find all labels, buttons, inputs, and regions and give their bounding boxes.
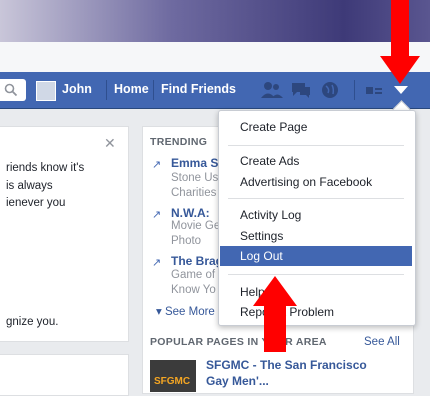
menu-item-create-ads[interactable]: Create Ads	[220, 151, 412, 171]
profile-link[interactable]: John	[62, 82, 92, 96]
friends-icon[interactable]	[260, 80, 284, 100]
trending-item-desc: Photo	[171, 235, 202, 247]
trending-item-desc: Know Yo	[171, 284, 216, 296]
menu-item-log-out[interactable]: Log Out	[220, 246, 412, 266]
trending-item-title[interactable]: Emma S	[171, 156, 218, 170]
trending-item-desc: Game of	[171, 269, 216, 281]
menu-item-report-problem[interactable]: Report a Problem	[220, 302, 412, 322]
chevron-down-icon: ▾	[156, 306, 165, 318]
close-icon[interactable]: ✕	[104, 135, 116, 152]
see-more-link[interactable]: ▾ See More	[156, 304, 215, 318]
trending-item-desc: Movie Ge	[171, 220, 221, 232]
trending-item-title[interactable]: The Brag	[171, 254, 223, 268]
trending-arrow-icon: ↗	[152, 209, 162, 221]
menu-item-settings[interactable]: Settings	[220, 226, 412, 246]
trending-arrow-icon: ↗	[152, 159, 162, 171]
left-card: ✕	[0, 126, 129, 342]
annotation-arrow-up	[253, 276, 297, 352]
left-card-text: gnize you.	[6, 316, 59, 328]
menu-item-help[interactable]: Help	[220, 282, 412, 302]
annotation-arrow-down	[380, 0, 420, 84]
browser-toolbar-strip	[0, 42, 430, 73]
nav-divider	[153, 80, 154, 100]
trending-header: TRENDING	[150, 136, 208, 148]
menu-item-advertising[interactable]: Advertising on Facebook	[220, 172, 412, 192]
search-icon[interactable]	[4, 83, 18, 97]
globe-icon[interactable]	[320, 80, 340, 100]
avatar[interactable]	[36, 81, 56, 101]
menu-divider	[228, 274, 404, 275]
home-link[interactable]: Home	[114, 82, 149, 96]
trending-arrow-icon: ↗	[152, 257, 162, 269]
menu-item-create-page[interactable]: Create Page	[220, 117, 412, 137]
page-title-line1[interactable]: SFGMC - The San Francisco	[206, 358, 367, 372]
browser-top-band	[0, 0, 430, 42]
menu-item-activity-log[interactable]: Activity Log	[220, 205, 412, 225]
menu-divider	[228, 145, 404, 146]
menu-divider	[228, 198, 404, 199]
page-title-line2[interactable]: Gay Men'...	[206, 374, 269, 388]
messages-icon[interactable]	[290, 80, 312, 100]
left-card-lower	[0, 354, 129, 396]
trending-item-desc: Stone Us	[171, 172, 219, 184]
popular-pages-header: POPULAR PAGES IN YOUR AREA	[150, 336, 327, 348]
page-logo-text: SFGMC	[154, 376, 191, 387]
search-input[interactable]	[0, 79, 26, 101]
nav-divider	[354, 80, 355, 100]
left-card-text: is always	[6, 180, 53, 192]
page-logo[interactable]: SFGMC	[150, 360, 196, 392]
trending-item-title[interactable]: N.W.A:	[171, 206, 210, 220]
trending-item-desc: Charities	[171, 187, 217, 199]
left-card-text: ienever you	[6, 197, 66, 209]
nav-divider	[106, 80, 107, 100]
left-card-text: riends know it's	[6, 162, 85, 174]
see-all-link[interactable]: See All	[364, 336, 400, 348]
find-friends-link[interactable]: Find Friends	[161, 82, 236, 96]
dropdown-caret-icon[interactable]	[394, 86, 408, 94]
see-more-label: See More	[164, 306, 215, 318]
